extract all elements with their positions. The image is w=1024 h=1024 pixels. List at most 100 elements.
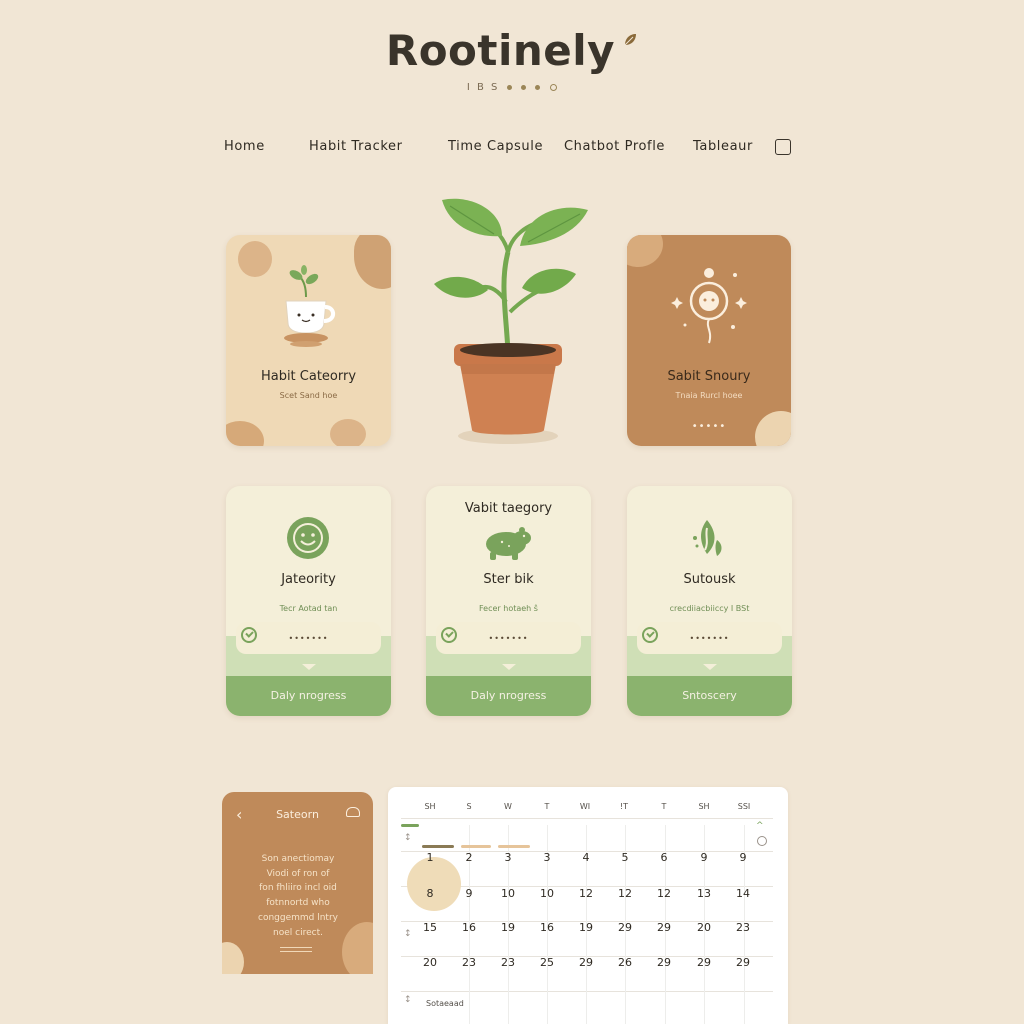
weekday-label: S [466, 802, 472, 811]
card-subtitle: Tecr Aotad tan [279, 604, 338, 613]
habit-category-card[interactable]: Habit Cateorry Scet Sand hoe [226, 235, 391, 446]
event-bar[interactable] [401, 824, 419, 827]
summary-button[interactable]: Sntoscery [627, 676, 792, 716]
calendar-day[interactable]: 20 [415, 956, 445, 969]
card-title: Jateority [281, 572, 336, 587]
calendar-day[interactable]: 26 [610, 956, 640, 969]
calendar-day[interactable]: 6 [649, 851, 679, 864]
weekday-label: SH [698, 802, 710, 811]
calendar-day[interactable]: 15 [415, 921, 445, 934]
pagination-dots: ••••• [691, 421, 727, 432]
calendar-day[interactable]: 29 [689, 956, 719, 969]
clock-icon[interactable] [757, 836, 767, 846]
calendar-day[interactable]: 16 [532, 921, 562, 934]
ring-icon [550, 83, 558, 91]
calendar-day[interactable]: 16 [454, 921, 484, 934]
calendar-day[interactable]: 3 [532, 851, 562, 864]
calendar-day[interactable]: 9 [728, 851, 758, 864]
card-subtitle: Tnaia Rurcl hoee [675, 391, 743, 400]
event-bar[interactable] [422, 845, 454, 848]
dot-icon [520, 84, 526, 90]
calendar-day[interactable]: 29 [571, 956, 601, 969]
calendar-footer: Sotaeaad [426, 999, 464, 1008]
nav-chatbot-profile[interactable]: Chatbot Profle [564, 139, 665, 154]
calendar-day[interactable]: 9 [689, 851, 719, 864]
nav-time-capsule[interactable]: Time Capsule [448, 139, 543, 154]
card-title: Sabit Snoury [667, 369, 751, 384]
decor-blob [222, 942, 244, 974]
calendar-day[interactable]: 23 [493, 956, 523, 969]
smiley-icon [287, 517, 329, 559]
grid-line [401, 818, 773, 819]
tagline-text: I B S [466, 82, 500, 93]
event-bar[interactable] [461, 845, 491, 848]
calendar-day[interactable]: 10 [493, 887, 523, 900]
capybara-icon [486, 527, 531, 560]
divider [280, 947, 312, 948]
calendar-day[interactable]: 23 [454, 956, 484, 969]
card-title: Ster bik [483, 572, 534, 587]
decor-blob [627, 235, 663, 267]
brand-logo: Rootinely [0, 26, 1024, 75]
calendar-day[interactable]: 29 [610, 921, 640, 934]
weekday-label: W [504, 802, 512, 811]
calendar-day[interactable]: 19 [493, 921, 523, 934]
sort-icon[interactable]: ↕ [404, 929, 412, 939]
calendar-day[interactable]: 19 [571, 921, 601, 934]
habit-card[interactable]: Vabit taegory Ster bik Fecer hotaeh ŝ ••… [426, 486, 591, 716]
calendar-day[interactable]: 2 [454, 851, 484, 864]
habit-card[interactable]: Jateority Tecr Aotad tan ••••••• Daly nr… [226, 486, 391, 716]
divider [280, 951, 312, 952]
habit-card[interactable]: Sutousk crecdiiacbiiccy I BSt ••••••• Sn… [627, 486, 792, 716]
card-subtitle: Fecer hotaeh ŝ [479, 604, 538, 613]
calendar-day[interactable]: 29 [649, 956, 679, 969]
calendar-day[interactable]: 12 [610, 887, 640, 900]
daily-progress-button[interactable]: Daly nrogress [426, 676, 591, 716]
sort-icon[interactable]: ↕ [404, 995, 412, 1005]
card-title: Sutousk [683, 572, 736, 587]
calendar-day[interactable]: 23 [728, 921, 758, 934]
calendar-day[interactable]: 29 [649, 921, 679, 934]
season-panel: ‹ Sateorn Son anectiomay Viodi of ron of… [222, 792, 373, 974]
card-title: Habit Cateorry [260, 369, 357, 384]
selected-day-highlight [407, 857, 461, 911]
sabit-snoury-card[interactable]: Sabit Snoury Tnaia Rurcl hoee ••••• [627, 235, 791, 446]
tagline: I B S [0, 82, 1024, 93]
entry-dots: ••••••• [288, 634, 329, 643]
daily-progress-button[interactable]: Daly nrogress [226, 676, 391, 716]
calendar-day[interactable]: 5 [610, 851, 640, 864]
calendar: SH S W T WI !T T SH SSI ^ ↕ ↕ ↕ 1 2 3 3 … [388, 787, 788, 1024]
calendar-day[interactable]: 25 [532, 956, 562, 969]
calendar-day[interactable]: 20 [689, 921, 719, 934]
nav-habit-tracker[interactable]: Habit Tracker [309, 139, 403, 154]
calendar-day[interactable]: 14 [728, 887, 758, 900]
calendar-day[interactable]: 12 [649, 887, 679, 900]
calendar-day[interactable]: 4 [571, 851, 601, 864]
decor-blob [354, 235, 391, 289]
chevron-up-icon[interactable]: ^ [756, 821, 764, 831]
dot-icon [506, 84, 512, 90]
calendar-day[interactable]: 1 [415, 851, 445, 864]
calendar-day-selected[interactable]: 8 [415, 887, 445, 900]
calendar-day[interactable]: 13 [689, 887, 719, 900]
calendar-day[interactable]: 3 [493, 851, 523, 864]
card-heading: Vabit taegory [464, 501, 553, 516]
bell-icon[interactable] [346, 807, 360, 817]
panel-line: fotnnortd who [266, 898, 330, 909]
event-bar[interactable] [498, 845, 530, 848]
weekday-label: T [544, 802, 550, 811]
sort-icon[interactable]: ↕ [404, 833, 412, 843]
calendar-day[interactable]: 29 [728, 956, 758, 969]
menu-toggle-button[interactable] [775, 139, 791, 155]
grid-line [401, 991, 773, 992]
caret-down-icon [502, 664, 516, 670]
entry-dots: ••••••• [488, 634, 529, 643]
weekday-label: T [661, 802, 667, 811]
calendar-day[interactable]: 10 [532, 887, 562, 900]
nav-tableaur[interactable]: Tableaur [693, 139, 753, 154]
card-subtitle: Scet Sand hoe [279, 391, 338, 400]
calendar-day[interactable]: 12 [571, 887, 601, 900]
calendar-day[interactable]: 9 [454, 887, 484, 900]
nav-home[interactable]: Home [224, 139, 265, 154]
brand-name: Rootinely [385, 26, 616, 75]
